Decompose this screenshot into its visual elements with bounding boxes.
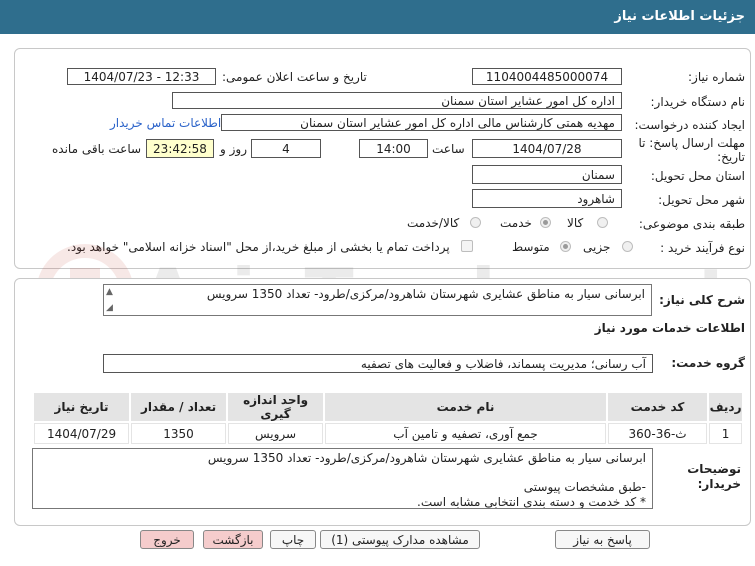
- reply-button[interactable]: پاسخ به نیاز: [555, 530, 650, 549]
- cell-date: 1404/07/29: [34, 423, 130, 444]
- table-header-row: ردیف کد خدمت نام خدمت واحد اندازه گیری ت…: [34, 393, 742, 421]
- remaining-time-field: 23:42:58: [146, 139, 214, 158]
- city-field: شاهرود: [472, 189, 622, 208]
- days-field: 4: [251, 139, 321, 158]
- category-option-goods: کالا: [567, 216, 584, 230]
- deadline-time-field: 14:00: [359, 139, 428, 158]
- province-field: سمنان: [472, 165, 622, 184]
- summary-textarea[interactable]: ابرسانی سیار به مناطق عشایری شهرستان شاه…: [103, 284, 652, 316]
- table-row[interactable]: 1 ث-36-360 جمع آوری، تصفیه و تامین آب سر…: [34, 423, 742, 444]
- view-attachments-button[interactable]: مشاهده مدارک پیوستی (1): [320, 530, 480, 549]
- notes-blank-line: [39, 466, 646, 480]
- process-option-minor: جزیی: [583, 240, 611, 254]
- services-section-title: اطلاعات خدمات مورد نیاز: [594, 321, 745, 335]
- resize-grip-icon[interactable]: ◢: [106, 303, 113, 313]
- cell-index: 1: [709, 423, 742, 444]
- col-index: ردیف: [709, 393, 742, 421]
- service-group-label: گروه خدمت:: [671, 356, 745, 370]
- category-option-goods-service: کالا/خدمت: [407, 216, 460, 230]
- announce-label: تاریخ و ساعت اعلان عمومی:: [222, 70, 367, 84]
- deadline-label-date: تاریخ:: [717, 150, 745, 164]
- process-radio-minor[interactable]: [622, 241, 633, 252]
- cell-name: جمع آوری، تصفیه و تامین آب: [325, 423, 606, 444]
- process-radio-medium[interactable]: [560, 241, 571, 252]
- deadline-time-label: ساعت: [432, 142, 465, 156]
- notes-line-1: ابرسانی سیار به مناطق عشایری شهرستان شاه…: [207, 451, 646, 465]
- notes-textarea[interactable]: ابرسانی سیار به مناطق عشایری شهرستان شاه…: [32, 448, 653, 509]
- days-label: روز و: [220, 142, 247, 156]
- buyer-label: نام دستگاه خریدار:: [650, 95, 746, 109]
- cell-qty: 1350: [131, 423, 227, 444]
- category-radio-service[interactable]: [540, 217, 551, 228]
- col-unit: واحد اندازه گیری: [228, 393, 324, 421]
- col-code: کد خدمت: [607, 393, 708, 421]
- cell-unit: سرویس: [228, 423, 324, 444]
- creator-label: ایجاد کننده درخواست:: [634, 118, 745, 132]
- payment-note: پرداخت تمام یا بخشی از مبلغ خرید،از محل …: [67, 240, 450, 254]
- treasury-checkbox[interactable]: [461, 240, 473, 252]
- category-label: طبقه بندی موضوعی:: [638, 217, 745, 231]
- creator-field: مهدیه همتی کارشناس مالی اداره کل امور عش…: [221, 114, 622, 131]
- process-option-medium: متوسط: [512, 240, 550, 254]
- print-button[interactable]: چاپ: [270, 530, 316, 549]
- category-radio-goods-service[interactable]: [470, 217, 481, 228]
- category-option-service: خدمت: [500, 216, 532, 230]
- city-label: شهر محل تحویل:: [658, 193, 745, 207]
- buyer-field: اداره کل امور عشایر استان سمنان: [172, 92, 622, 109]
- deadline-label: مهلت ارسال پاسخ: تا: [638, 136, 745, 150]
- need-number-label: شماره نیاز:: [688, 70, 745, 84]
- exit-button[interactable]: خروج: [140, 530, 194, 549]
- category-radio-goods[interactable]: [597, 217, 608, 228]
- notes-label-buyer: خریدار:: [697, 477, 741, 491]
- summary-label: شرح کلی نیاز:: [659, 293, 745, 307]
- service-group-field: آب رسانی؛ مدیریت پسماند، فاضلاب و فعالیت…: [103, 354, 653, 373]
- announce-field: 1404/07/23 - 12:33: [67, 68, 216, 85]
- page-title: جزئیات اطلاعات نیاز: [614, 9, 745, 24]
- contact-info-link[interactable]: اطلاعات تماس خریدار: [110, 116, 221, 130]
- remaining-label: ساعت باقی مانده: [52, 142, 142, 156]
- notes-label: توضیحات: [687, 462, 741, 476]
- col-qty: تعداد / مقدار: [131, 393, 227, 421]
- cell-code: ث-36-360: [607, 423, 708, 444]
- notes-line-2: -طبق مشخصات پیوستی: [523, 480, 646, 494]
- process-label: نوع فرآیند خرید :: [660, 241, 745, 255]
- back-button[interactable]: بازگشت: [203, 530, 263, 549]
- province-label: استان محل تحویل:: [650, 169, 745, 183]
- notes-line-3: * کد خدمت و دسته بندی انتخابی مشابه است.: [417, 495, 646, 509]
- scroll-up-icon[interactable]: ▲: [106, 287, 113, 297]
- deadline-date-field: 1404/07/28: [472, 139, 622, 158]
- services-table: ردیف کد خدمت نام خدمت واحد اندازه گیری ت…: [32, 391, 744, 446]
- col-name: نام خدمت: [325, 393, 606, 421]
- col-date: تاریخ نیاز: [34, 393, 130, 421]
- need-number-field: 1104004485000074: [472, 68, 622, 85]
